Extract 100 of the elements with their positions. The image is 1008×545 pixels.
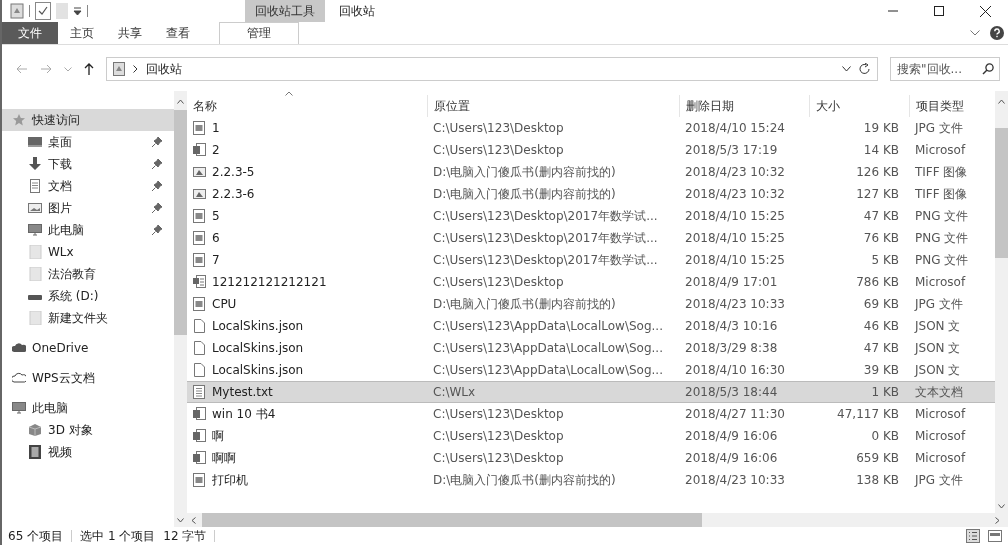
sidebar-item[interactable]: 系统 (D:) bbox=[2, 285, 174, 307]
ribbon-tab[interactable]: 查看 bbox=[154, 22, 202, 44]
file-name: 5 bbox=[212, 209, 220, 223]
sidebar-item[interactable]: 法治教育 bbox=[2, 263, 174, 285]
column-header[interactable]: 项目类型 bbox=[909, 95, 979, 117]
preview-view-icon[interactable] bbox=[988, 530, 1002, 542]
file-row[interactable]: 2.2.3-5 D:\电脑入门傻瓜书(删内容前找的) 2018/4/23 10:32 126 KB TIFF 图像 bbox=[187, 161, 995, 183]
sidebar-item[interactable]: WLx bbox=[2, 241, 174, 263]
file-row[interactable]: 7 C:\Users\123\Desktop\2017年数学试... 2018/4/10 15:25 5 KB PNG 文件 bbox=[187, 249, 995, 271]
ribbon-tab[interactable]: 共享 bbox=[106, 22, 154, 44]
file-size: 47 KB bbox=[862, 340, 900, 357]
sidebar-item[interactable]: 文档 bbox=[2, 175, 174, 197]
sidebar-item[interactable]: 新建文件夹 bbox=[2, 307, 174, 329]
file-row[interactable]: 121212121212121 C:\Users\123\Desktop 2018/4/9 17:01 786 KB Microsof bbox=[187, 271, 995, 293]
picture-file-icon bbox=[193, 165, 206, 179]
item-type: TIFF 图像 bbox=[914, 163, 969, 181]
file-name: 2.2.3-6 bbox=[212, 187, 255, 201]
deleted-date: 2018/4/10 16:30 bbox=[684, 362, 786, 379]
ribbon-tab[interactable]: 主页 bbox=[58, 22, 106, 44]
sidebar-item[interactable]: 桌面 bbox=[2, 131, 174, 153]
column-header[interactable]: 原位置 bbox=[427, 95, 679, 117]
file-name: LocalSkins.json bbox=[212, 363, 304, 377]
file-row[interactable]: LocalSkins.json C:\Users\123\AppData\LocalLow\Sog... 2018/3/29 8:38 47 KB JSON 文 bbox=[187, 337, 995, 359]
item-type: JPG 文件 bbox=[913, 471, 964, 489]
scrollbar[interactable] bbox=[995, 91, 1008, 513]
file-row[interactable]: 打印机 D:\电脑入门傻瓜书(删内容前找的) 2018/4/23 10:33 138 KB JPG 文件 bbox=[187, 469, 995, 491]
file-row[interactable]: LocalSkins.json C:\Users\123\AppData\LocalLow\Sog... 2018/4/10 16:30 39 KB JSON 文 bbox=[187, 359, 995, 381]
deleted-date: 2018/4/10 15:25 bbox=[684, 252, 786, 269]
search-icon[interactable] bbox=[982, 63, 994, 75]
sidebar-item[interactable]: 下载 bbox=[2, 153, 174, 175]
file-row[interactable]: 1 C:\Users\123\Desktop 2018/4/10 15:24 19 KB JPG 文件 bbox=[187, 117, 995, 139]
sidebar-item[interactable]: OneDrive bbox=[2, 337, 174, 359]
item-type: PNG 文件 bbox=[914, 207, 970, 225]
image-file-icon bbox=[193, 297, 206, 311]
film-icon bbox=[28, 445, 42, 459]
up-arrow-icon[interactable] bbox=[84, 63, 94, 75]
file-row[interactable]: 5 C:\Users\123\Desktop\2017年数学试... 2018/4/10 15:25 47 KB PNG 文件 bbox=[187, 205, 995, 227]
checkmark-icon[interactable] bbox=[35, 2, 51, 20]
file-row[interactable]: 啊 C:\Users\123\Desktop 2018/4/9 16:06 0 KB Microsof bbox=[187, 425, 995, 447]
file-menu-tab[interactable]: 文件 bbox=[2, 22, 58, 44]
chevron-down-icon[interactable] bbox=[842, 66, 851, 72]
chevron-right-icon bbox=[995, 516, 1000, 524]
file-row[interactable]: CPU D:\电脑入门傻瓜书(删内容前找的) 2018/4/23 10:33 69 KB JPG 文件 bbox=[187, 293, 995, 315]
search-field[interactable]: 搜索"回收... bbox=[890, 57, 1000, 81]
file-row[interactable]: win 10 书4 C:\Users\123\Desktop 2018/4/27 11:30 47,117 KB Microsof bbox=[187, 403, 995, 425]
column-header[interactable]: 名称 bbox=[187, 95, 427, 117]
file-size: 138 KB bbox=[855, 472, 900, 489]
item-type: PNG 文件 bbox=[914, 251, 970, 269]
chevron-up-icon bbox=[998, 99, 1005, 104]
scrollbar[interactable] bbox=[187, 513, 1008, 527]
item-type: JPG 文件 bbox=[913, 295, 964, 313]
deleted-date: 2018/4/9 17:01 bbox=[684, 274, 779, 291]
sidebar-item[interactable]: 图片 bbox=[2, 197, 174, 219]
file-size: 126 KB bbox=[855, 164, 900, 181]
address-field[interactable]: 回收站 bbox=[106, 57, 878, 81]
forward-arrow-icon[interactable] bbox=[40, 64, 52, 74]
blank-file-icon bbox=[193, 319, 206, 333]
item-type: Microsof bbox=[914, 142, 967, 159]
folder-icon bbox=[28, 311, 42, 325]
original-location: C:\Users\123\Desktop bbox=[432, 120, 565, 137]
dropdown-icon[interactable] bbox=[73, 6, 82, 16]
sidebar-item[interactable]: 此电脑 bbox=[2, 397, 174, 419]
file-name: 121212121212121 bbox=[212, 275, 327, 289]
sidebar-item[interactable]: 3D 对象 bbox=[2, 419, 174, 441]
column-header[interactable]: 大小 bbox=[809, 95, 909, 117]
details-view-icon[interactable] bbox=[966, 529, 980, 543]
word-file-icon bbox=[193, 451, 206, 465]
sidebar-item[interactable]: WPS云文档 bbox=[2, 367, 174, 389]
file-row[interactable]: Mytest.txt C:\WLx 2018/5/3 18:44 1 KB 文本文档 bbox=[187, 381, 995, 403]
monitor-icon bbox=[28, 135, 42, 149]
file-row[interactable]: LocalSkins.json C:\Users\123\AppData\LocalLow\Sog... 2018/4/3 10:16 46 KB JSON 文 bbox=[187, 315, 995, 337]
item-type: Microsof bbox=[914, 428, 967, 445]
image-file-icon bbox=[193, 253, 206, 267]
help-icon[interactable] bbox=[990, 26, 1004, 40]
sidebar-item[interactable]: 快速访问 bbox=[2, 109, 174, 131]
deleted-date: 2018/5/3 18:44 bbox=[684, 384, 779, 401]
file-size: 76 KB bbox=[862, 230, 900, 247]
scrollbar[interactable] bbox=[174, 91, 187, 527]
word-file-icon bbox=[193, 143, 206, 157]
file-row[interactable]: 6 C:\Users\123\Desktop\2017年数学试... 2018/4/10 15:25 76 KB PNG 文件 bbox=[187, 227, 995, 249]
column-header[interactable]: 删除日期 bbox=[679, 95, 809, 117]
original-location: D:\电脑入门傻瓜书(删内容前找的) bbox=[432, 471, 617, 489]
file-row[interactable]: 2.2.3-6 D:\电脑入门傻瓜书(删内容前找的) 2018/4/23 10:32 127 KB TIFF 图像 bbox=[187, 183, 995, 205]
item-type: JSON 文 bbox=[913, 339, 962, 357]
blank-file-icon bbox=[193, 341, 206, 355]
file-row[interactable]: 2 C:\Users\123\Desktop 2018/5/3 17:19 14 KB Microsof bbox=[187, 139, 995, 161]
image-file-icon bbox=[193, 231, 206, 245]
file-name: LocalSkins.json bbox=[212, 341, 304, 355]
down-arrow-icon bbox=[28, 157, 42, 171]
chevron-down-icon[interactable] bbox=[970, 30, 980, 36]
ribbon-tab[interactable]: 管理 bbox=[219, 22, 299, 44]
sidebar-item[interactable]: 此电脑 bbox=[2, 219, 174, 241]
file-name: 1 bbox=[212, 121, 220, 135]
file-size: 0 KB bbox=[870, 428, 900, 445]
refresh-icon[interactable] bbox=[859, 63, 871, 75]
back-arrow-icon[interactable] bbox=[16, 64, 28, 74]
file-size: 5 KB bbox=[870, 252, 900, 269]
deleted-date: 2018/4/9 16:06 bbox=[684, 450, 779, 467]
sidebar-item[interactable]: 视频 bbox=[2, 441, 174, 463]
file-row[interactable]: 啊啊 C:\Users\123\Desktop 2018/4/9 16:06 659 KB Microsof bbox=[187, 447, 995, 469]
